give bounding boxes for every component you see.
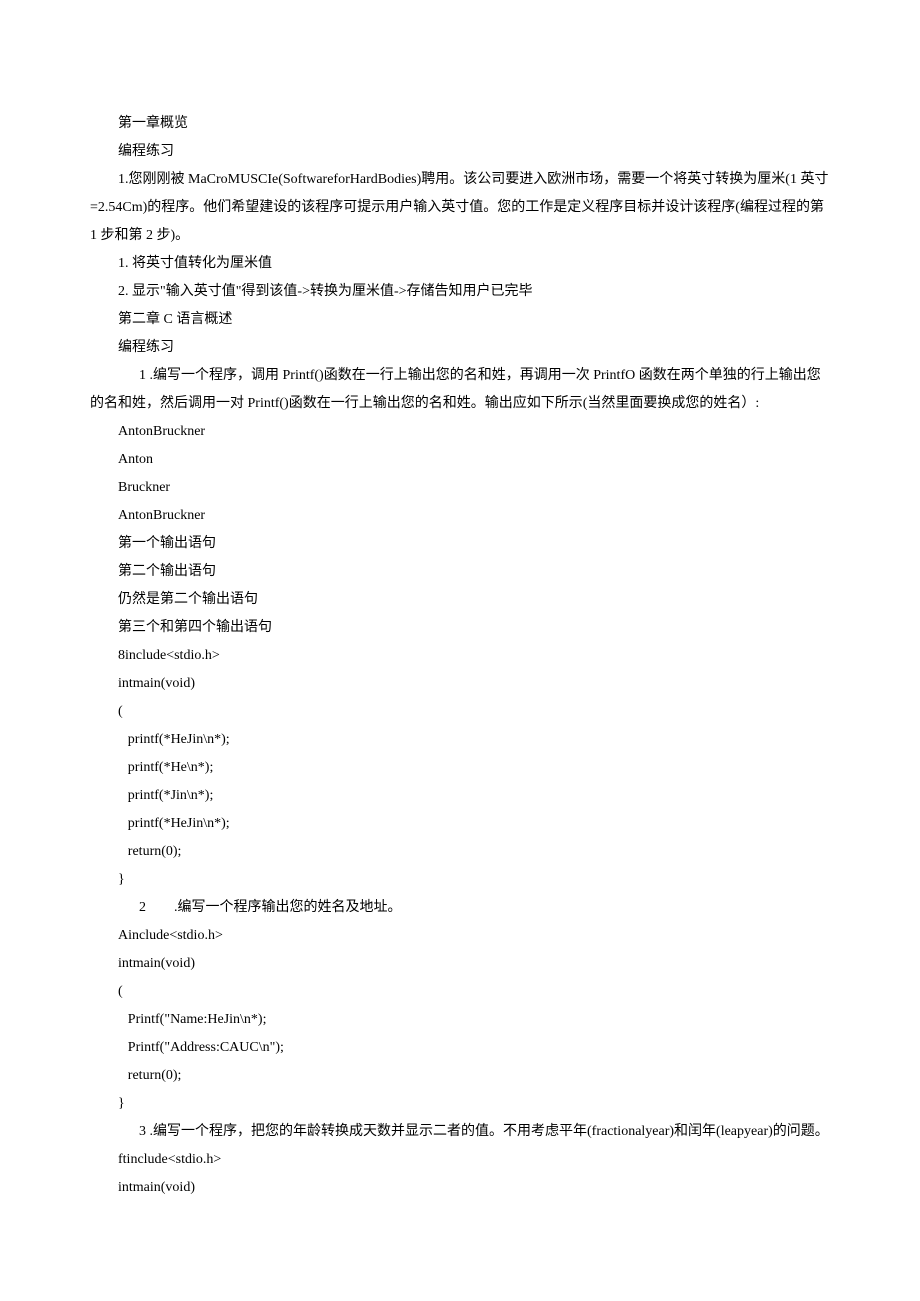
text-line: printf(*Jin\n*);: [90, 782, 830, 810]
text-line: 3 .编写一个程序，把您的年龄转换成天数并显示二者的值。不用考虑平年(fract…: [90, 1118, 830, 1146]
text-line: printf(*HeJin\n*);: [90, 726, 830, 754]
document-page: 第一章概览编程练习1.您刚刚被 MaCroMUSCIe(SoftwareforH…: [0, 0, 920, 1301]
text-line: 1 .编写一个程序，调用 Printf()函数在一行上输出您的名和姓，再调用一次…: [90, 362, 830, 418]
text-line: Ainclude<stdio.h>: [90, 922, 830, 950]
text-line: 2 .编写一个程序输出您的姓名及地址。: [90, 894, 830, 922]
text-line: printf(*HeJin\n*);: [90, 810, 830, 838]
text-line: ftinclude<stdio.h>: [90, 1146, 830, 1174]
text-line: intmain(void): [90, 950, 830, 978]
text-line: }: [90, 866, 830, 894]
text-line: 编程练习: [90, 334, 830, 362]
text-line: 第三个和第四个输出语句: [90, 614, 830, 642]
text-line: 1.您刚刚被 MaCroMUSCIe(SoftwareforHardBodies…: [90, 166, 830, 250]
text-line: AntonBruckner: [90, 502, 830, 530]
text-line: Printf("Address:CAUC\n");: [90, 1034, 830, 1062]
text-line: 第一章概览: [90, 110, 830, 138]
text-line: 第二章 C 语言概述: [90, 306, 830, 334]
text-line: 第二个输出语句: [90, 558, 830, 586]
text-line: Printf("Name:HeJin\n*);: [90, 1006, 830, 1034]
text-line: 编程练习: [90, 138, 830, 166]
text-line: (: [90, 698, 830, 726]
text-line: 第一个输出语句: [90, 530, 830, 558]
text-line: 2. 显示"输入英寸值"得到该值->转换为厘米值->存储告知用户已完毕: [90, 278, 830, 306]
text-line: return(0);: [90, 838, 830, 866]
text-line: intmain(void): [90, 1174, 830, 1202]
text-line: printf(*He\n*);: [90, 754, 830, 782]
text-line: (: [90, 978, 830, 1006]
text-line: 仍然是第二个输出语句: [90, 586, 830, 614]
text-line: Anton: [90, 446, 830, 474]
text-line: }: [90, 1090, 830, 1118]
text-line: 1. 将英寸值转化为厘米值: [90, 250, 830, 278]
text-line: intmain(void): [90, 670, 830, 698]
text-line: 8include<stdio.h>: [90, 642, 830, 670]
text-line: return(0);: [90, 1062, 830, 1090]
text-line: AntonBruckner: [90, 418, 830, 446]
text-line: Bruckner: [90, 474, 830, 502]
